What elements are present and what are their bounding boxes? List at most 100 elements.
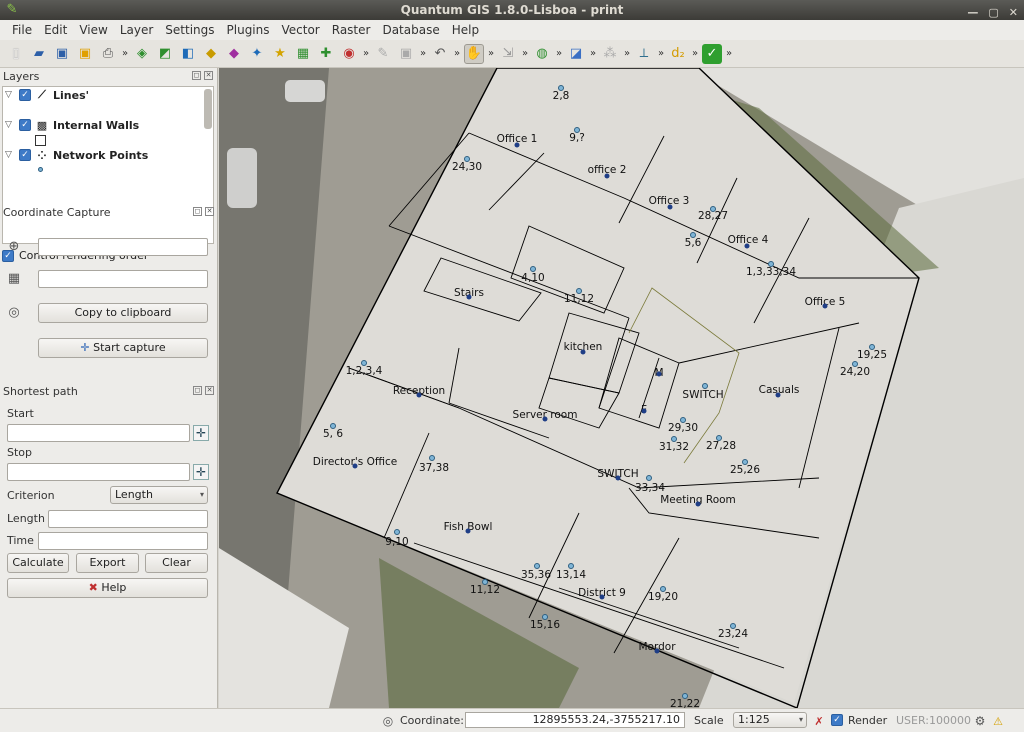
start-label: Start <box>7 407 34 420</box>
network-point-label: 2,8 <box>552 90 570 102</box>
warning-icon[interactable]: ⚠ <box>990 713 1006 729</box>
crs-status[interactable]: USER:100000 <box>896 714 971 727</box>
menu-file[interactable]: File <box>6 20 38 40</box>
room-centroid <box>352 463 358 469</box>
pick-stop-crosshair-icon[interactable]: ✛ <box>193 464 209 480</box>
expand-arrow-icon[interactable]: ▽ <box>5 90 15 100</box>
new-shapefile-icon[interactable]: ✚ <box>316 44 336 64</box>
close-icon[interactable]: ✕ <box>205 386 214 395</box>
close-icon[interactable]: ✕ <box>205 207 214 216</box>
network-point-label: 9,10 <box>385 536 409 548</box>
float-icon[interactable]: ◻ <box>193 386 202 395</box>
coordinate-label: Coordinate: <box>400 714 465 727</box>
stop-render-icon[interactable]: ✗ <box>811 713 827 729</box>
save-edits-icon[interactable]: ▣ <box>396 44 416 64</box>
network-point-label: 5,6 <box>684 237 702 249</box>
network-point-label: 33,34 <box>634 482 666 494</box>
menu-view[interactable]: View <box>73 20 113 40</box>
save-project-icon[interactable]: ▣ <box>52 44 72 64</box>
gps-icon[interactable]: ◉ <box>339 44 359 64</box>
room-centroid <box>641 408 647 414</box>
close-icon[interactable]: ✕ <box>204 71 213 80</box>
crs-icon[interactable]: ◎ <box>6 304 22 320</box>
layer-checkbox[interactable]: ✓ <box>19 149 31 161</box>
layer-item-internal-walls[interactable]: ▽ ✓ ▩ Internal Walls <box>5 117 139 133</box>
start-capture-button[interactable]: ✛ Start capture <box>38 338 208 358</box>
menu-layer[interactable]: Layer <box>114 20 159 40</box>
room-centroid <box>416 392 422 398</box>
network-point[interactable] <box>702 383 708 389</box>
network-point-label: 11,12 <box>469 584 501 596</box>
python-icon[interactable]: d₂ <box>668 44 688 64</box>
add-wms-icon[interactable]: ✦ <box>247 44 267 64</box>
car <box>227 148 257 208</box>
zoom-select-icon[interactable]: ⇲ <box>498 44 518 64</box>
label-icon[interactable]: ◪ <box>566 44 586 64</box>
layer-checkbox[interactable]: ✓ <box>19 119 31 131</box>
stop-point-field[interactable] <box>7 463 190 481</box>
save-as-icon[interactable]: ▣ <box>75 44 95 64</box>
float-icon[interactable]: ◻ <box>192 71 201 80</box>
room-centroid <box>580 349 586 355</box>
expand-arrow-icon[interactable]: ▽ <box>5 150 15 160</box>
undo-icon[interactable]: ↶ <box>430 44 450 64</box>
capture-coord-field-2[interactable] <box>38 270 208 288</box>
menu-settings[interactable]: Settings <box>159 20 220 40</box>
menu-help[interactable]: Help <box>446 20 485 40</box>
menu-plugins[interactable]: Plugins <box>221 20 276 40</box>
menu-raster[interactable]: Raster <box>326 20 377 40</box>
add-vector-layer-icon[interactable]: ◈ <box>132 44 152 64</box>
network-point-label: 23,24 <box>717 628 749 640</box>
coordinate-field[interactable]: 12895553.24,-3755217.10 <box>465 712 685 728</box>
coordinate-mode-icon[interactable]: ◎ <box>380 713 396 729</box>
layer-item-network-points[interactable]: ▽ ✓ ⁘ Network Points <box>5 147 148 163</box>
network-point[interactable] <box>429 455 435 461</box>
calculate-button[interactable]: Calculate <box>7 553 69 573</box>
export-button[interactable]: Export <box>76 553 139 573</box>
add-spatialite-icon[interactable]: ◆ <box>201 44 221 64</box>
copy-to-clipboard-button[interactable]: Copy to clipboard <box>38 303 208 323</box>
add-wcs-icon[interactable]: ★ <box>270 44 290 64</box>
menu-database[interactable]: Database <box>376 20 445 40</box>
expand-arrow-icon[interactable]: ▽ <box>5 120 15 130</box>
title-bar: ✎ Quantum GIS 1.8.0-Lisboa - print — ▢ ✕ <box>0 0 1024 20</box>
add-postgis-icon[interactable]: ◧ <box>178 44 198 64</box>
capture-coord-field-1[interactable] <box>38 238 208 256</box>
criterion-select[interactable]: Length ▾ <box>110 486 208 504</box>
render-checkbox[interactable]: ✓ <box>831 714 843 726</box>
float-icon[interactable]: ◻ <box>193 207 202 216</box>
globe-icon[interactable]: ◍ <box>532 44 552 64</box>
edit-pencil-icon[interactable]: ✎ <box>373 44 393 64</box>
new-project-icon[interactable]: ▯ <box>6 44 26 64</box>
print-composer-icon[interactable]: ⎙ <box>98 44 118 64</box>
room-centroid <box>695 501 701 507</box>
help-button[interactable]: ✖ Help <box>7 578 208 598</box>
network-point[interactable] <box>646 475 652 481</box>
time-field[interactable] <box>38 532 208 550</box>
length-field[interactable] <box>48 510 208 528</box>
pan-hand-icon[interactable]: ✋ <box>464 43 484 64</box>
menu-bar: File Edit View Layer Settings Plugins Ve… <box>0 20 1024 40</box>
clear-button[interactable]: Clear <box>145 553 208 573</box>
add-mssql-icon[interactable]: ◆ <box>224 44 244 64</box>
start-point-field[interactable] <box>7 424 190 442</box>
open-project-icon[interactable]: ▰ <box>29 44 49 64</box>
scale-select[interactable]: 1:125 ▾ <box>733 712 807 728</box>
network-point-label: 31,32 <box>658 441 690 453</box>
move-icon: ✛ <box>80 341 90 354</box>
digitize-icon[interactable]: ⁂ <box>600 44 620 64</box>
add-raster-layer-icon[interactable]: ◩ <box>155 44 175 64</box>
menu-vector[interactable]: Vector <box>276 20 326 40</box>
pick-start-crosshair-icon[interactable]: ✛ <box>193 425 209 441</box>
map-canvas[interactable]: Office 1 office 2 Office 3 Office 4 Offi… <box>219 68 1024 708</box>
crs-settings-icon[interactable]: ⚙ <box>972 713 988 729</box>
layer-checkbox[interactable]: ✓ <box>19 89 31 101</box>
add-wfs-icon[interactable]: ▦ <box>293 44 313 64</box>
room-centroid <box>599 594 605 600</box>
layers-scrollbar[interactable] <box>204 89 212 129</box>
measure-icon[interactable]: ⟂ <box>634 44 654 64</box>
menu-edit[interactable]: Edit <box>38 20 73 40</box>
layer-item-lines[interactable]: ▽ ✓ ⟋ Lines' <box>5 87 89 103</box>
network-point[interactable] <box>394 529 400 535</box>
plugin-green-icon[interactable]: ✓ <box>702 43 722 64</box>
